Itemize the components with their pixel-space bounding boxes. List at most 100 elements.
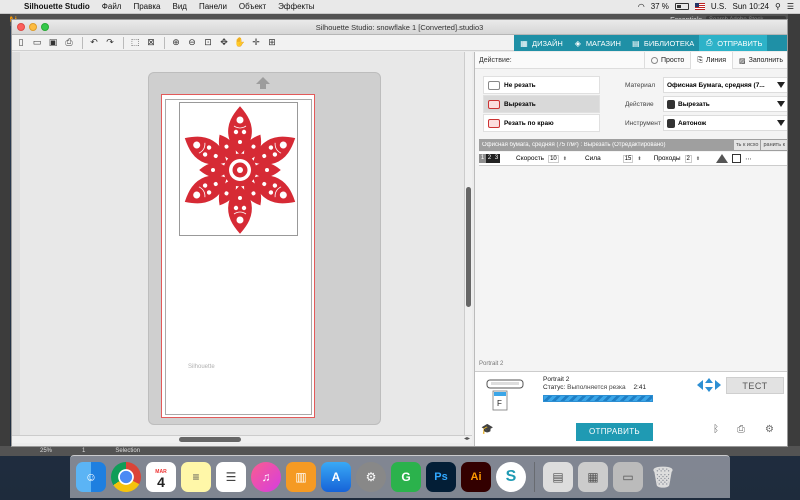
panel-collapse-icon[interactable]: ◂▸ (464, 435, 474, 444)
tab-design[interactable]: ▦ ДИЗАЙН (514, 35, 568, 51)
deselect-icon[interactable]: ⊠ (144, 36, 158, 49)
cut-edge-button[interactable]: Резать по краю (483, 114, 600, 132)
design-canvas[interactable]: Silhouette (12, 52, 464, 435)
clock[interactable]: Sun 10:24 (732, 2, 768, 11)
silhouette-studio-icon[interactable]: S (496, 462, 526, 492)
design-bounding-box[interactable] (179, 102, 299, 237)
close-icon[interactable] (17, 23, 25, 31)
downloads-stack-icon[interactable]: ▤ (543, 462, 573, 492)
chevron-down-icon (777, 120, 785, 126)
send-button[interactable]: ОТПРАВИТЬ (576, 423, 653, 441)
tab-store[interactable]: ◈ МАГАЗИН (568, 35, 626, 51)
blade-depth-2[interactable]: 2 (486, 154, 493, 163)
test-button[interactable]: ТЕСТ (726, 377, 784, 394)
horizontal-scroll-thumb[interactable] (179, 437, 241, 442)
blade-depth-selector[interactable]: 1 2 3 (479, 154, 500, 163)
redo-icon[interactable]: ↷ (103, 36, 117, 49)
blade-depth-3[interactable]: 3 (493, 154, 500, 163)
passes-input[interactable]: 2 (684, 154, 692, 163)
reminders-icon[interactable]: ☰ (216, 462, 246, 492)
battery-icon[interactable] (674, 3, 689, 10)
tab-store-label: МАГАЗИН (585, 38, 621, 48)
evernote-icon[interactable]: G (391, 462, 421, 492)
menu-panels[interactable]: Панели (193, 2, 233, 11)
graduation-cap-icon[interactable]: 🎓 (481, 424, 493, 435)
new-document-icon[interactable]: ▯ (14, 36, 28, 49)
zoom-out-icon[interactable]: ⊖ (185, 36, 199, 49)
documents-stack-icon[interactable]: ▦ (578, 462, 608, 492)
save-icon[interactable]: ▣ (46, 36, 60, 49)
passes-stepper-icon[interactable]: ⬍ (696, 156, 700, 162)
save-material-button[interactable]: ранить к (761, 140, 787, 150)
finder-icon[interactable]: ☺ (76, 462, 106, 492)
menu-file[interactable]: Файл (96, 2, 128, 11)
menu-effects[interactable]: Эффекты (272, 2, 320, 11)
fit-page-icon[interactable]: ⊞ (265, 36, 279, 49)
notes-icon[interactable]: ≡ (181, 462, 211, 492)
undo-icon[interactable]: ↶ (87, 36, 101, 49)
gear-icon[interactable]: ⚙ (765, 424, 774, 435)
folder-stack-icon[interactable]: ▭ (613, 462, 643, 492)
material-select[interactable]: Офисная Бумага, средняя (7... (663, 77, 787, 93)
move-icon[interactable]: ✛ (249, 36, 263, 49)
horizontal-scrollbar[interactable] (12, 435, 472, 443)
cut-parameters: 1 2 3 Скорость 10 ⬍ Сила 15 ⬍ Проходы 2 … (479, 152, 787, 166)
photoshop-icon[interactable]: Ps (426, 462, 456, 492)
zoom-select-icon[interactable]: ⊡ (201, 36, 215, 49)
vertical-scroll-thumb[interactable] (466, 187, 471, 307)
minimize-icon[interactable] (29, 23, 37, 31)
illustrator-icon[interactable]: Ai (461, 462, 491, 492)
force-stepper-icon[interactable]: ⬍ (637, 156, 641, 162)
tab-library[interactable]: ▤ БИБЛИОТЕКА (626, 35, 699, 51)
system-preferences-icon[interactable]: ⚙ (356, 462, 386, 492)
menu-view[interactable]: Вид (166, 2, 192, 11)
tab-send[interactable]: ⎙ ОТПРАВИТЬ (699, 35, 768, 51)
wifi-icon[interactable]: ◠ (638, 2, 645, 11)
blade-depth-1[interactable]: 1 (479, 154, 486, 163)
tool-select[interactable]: Автонож (663, 115, 787, 131)
more-icon[interactable]: ⋯ (745, 155, 752, 163)
spotlight-icon[interactable]: ⚲ (775, 2, 781, 11)
tab-line[interactable]: ⎘ Линия (690, 52, 732, 69)
print-icon[interactable]: ⎙ (62, 36, 76, 49)
overcut-icon[interactable] (732, 154, 742, 163)
trash-icon[interactable]: 🗑 (648, 462, 678, 492)
itunes-icon[interactable]: ♫ (251, 462, 281, 492)
cut-button[interactable]: Вырезать (483, 95, 600, 113)
chrome-icon[interactable] (111, 462, 141, 492)
reset-default-button[interactable]: ть к исхо (734, 140, 761, 150)
select-all-icon[interactable]: ⬚ (128, 36, 142, 49)
blade-icon (667, 99, 675, 109)
speed-stepper-icon[interactable]: ⬍ (563, 156, 567, 162)
zoom-in-icon[interactable]: ⊕ (169, 36, 183, 49)
pan-drag-icon[interactable]: ✥ (217, 36, 231, 49)
ibooks-icon[interactable]: ▥ (286, 462, 316, 492)
tab-simple[interactable]: Просто (643, 52, 690, 69)
action-select[interactable]: Вырезать (663, 96, 787, 112)
vertical-scrollbar[interactable] (464, 52, 472, 435)
no-cut-button[interactable]: Не резать (483, 76, 600, 94)
tab-fill[interactable]: ▨ Заполнить (732, 52, 787, 69)
menu-object[interactable]: Объект (233, 2, 272, 11)
notification-center-icon[interactable]: ☰ (787, 2, 794, 11)
force-input[interactable]: 15 (622, 154, 634, 163)
action-value: Вырезать (678, 100, 710, 108)
menu-app-name[interactable]: Silhouette Studio (18, 2, 96, 11)
artboard-number[interactable]: 1 (82, 448, 85, 454)
move-arrows-icon[interactable] (697, 378, 721, 392)
line-segment-icon[interactable] (716, 154, 729, 163)
zoom-level[interactable]: 25% (40, 448, 52, 454)
tab-simple-label: Просто (660, 57, 685, 64)
device-icon[interactable]: ⎙ (737, 424, 745, 435)
bluetooth-icon[interactable]: ᛒ (713, 424, 719, 435)
open-folder-icon[interactable]: ▭ (30, 36, 44, 49)
input-source-flag-icon[interactable] (694, 3, 705, 10)
snowflake-design[interactable] (180, 103, 299, 237)
window-title: Silhouette Studio: snowflake 1 [Converte… (315, 23, 484, 32)
menu-edit[interactable]: Правка (127, 2, 166, 11)
app-store-icon[interactable]: A (321, 462, 351, 492)
calendar-icon[interactable]: MAR 4 (146, 462, 176, 492)
speed-input[interactable]: 10 (548, 154, 559, 163)
zoom-icon[interactable] (41, 23, 49, 31)
hand-icon[interactable]: ✋ (233, 36, 247, 49)
